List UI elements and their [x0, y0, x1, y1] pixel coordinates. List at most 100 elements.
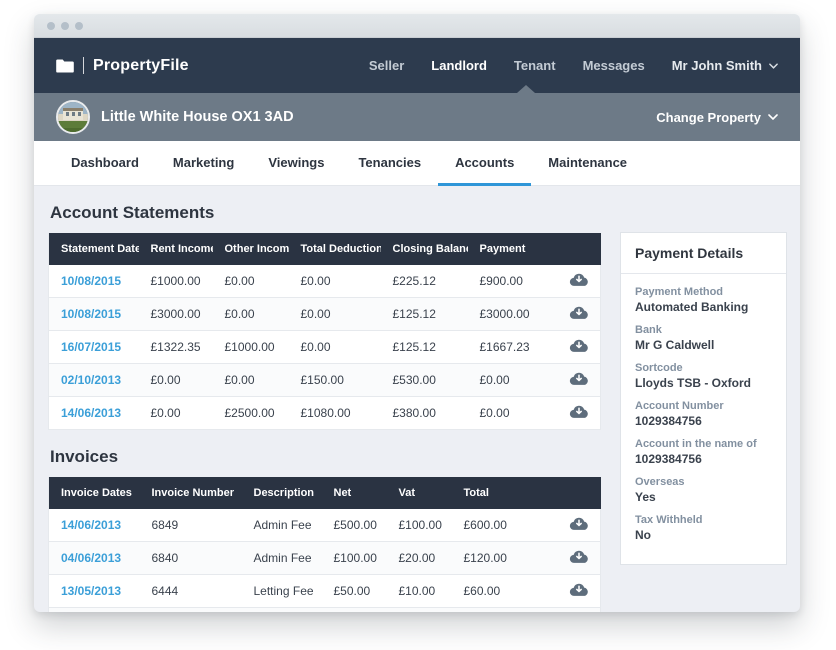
download-cell — [558, 265, 601, 298]
table-cell: 6840 — [140, 542, 242, 575]
table-row: 14/06/2013£0.00£2500.00£1080.00£380.00£0… — [49, 397, 601, 430]
nav-item-tenant[interactable]: Tenant — [514, 58, 556, 73]
tab-accounts[interactable]: Accounts — [438, 141, 531, 186]
active-nav-pointer — [517, 85, 535, 93]
date-cell: 16/07/2015 — [49, 331, 139, 364]
table-row: 10/08/2015£3000.00£0.00£0.00£125.12£3000… — [49, 298, 601, 331]
table-row: 13/05/20136443Admin Fee£100.00£20.00£120… — [49, 608, 601, 613]
app-logo[interactable]: PropertyFile — [56, 57, 189, 75]
cloud-download-icon[interactable] — [569, 582, 589, 597]
table-cell: £120.00 — [452, 542, 559, 575]
table-cell: £120.00 — [452, 608, 559, 613]
download-cell — [558, 397, 601, 430]
table-cell: £100.00 — [322, 542, 387, 575]
column-header: Description — [242, 477, 322, 509]
window-control-dot[interactable] — [75, 22, 83, 30]
column-header: Other Income — [213, 233, 289, 265]
cloud-download-icon[interactable] — [569, 272, 589, 287]
table-cell: £500.00 — [322, 509, 387, 542]
cloud-download-icon[interactable] — [569, 338, 589, 353]
table-cell: £1080.00 — [289, 397, 381, 430]
cloud-download-icon[interactable] — [569, 549, 589, 564]
tab-dashboard[interactable]: Dashboard — [54, 141, 156, 186]
tab-marketing[interactable]: Marketing — [156, 141, 251, 186]
date-cell: 04/06/2013 — [49, 542, 140, 575]
table-cell: £1000.00 — [213, 331, 289, 364]
tab-viewings[interactable]: Viewings — [251, 141, 341, 186]
statements-heading: Account Statements — [48, 186, 600, 233]
invoices-table: Invoice DatesInvoice NumberDescriptionNe… — [48, 477, 601, 612]
download-cell — [558, 298, 601, 331]
table-cell: £0.00 — [213, 298, 289, 331]
user-menu[interactable]: Mr John Smith — [672, 58, 778, 73]
table-cell: £125.12 — [381, 331, 468, 364]
field-value: Mr G Caldwell — [635, 338, 772, 352]
field-label: Tax Withheld — [635, 514, 772, 526]
window-control-dot[interactable] — [47, 22, 55, 30]
field-value: Lloyds TSB - Oxford — [635, 376, 772, 390]
table-header-row: Statement DatesRent IncomeOther IncomeTo… — [49, 233, 601, 265]
download-cell — [559, 575, 601, 608]
chevron-down-icon — [769, 63, 778, 69]
table-cell: £0.00 — [139, 397, 213, 430]
date-link[interactable]: 10/08/2015 — [61, 307, 121, 321]
cloud-download-icon[interactable] — [569, 516, 589, 531]
table-cell: 6849 — [140, 509, 242, 542]
table-cell: £2500.00 — [213, 397, 289, 430]
table-cell: £1000.00 — [139, 265, 213, 298]
tab-tenancies[interactable]: Tenancies — [341, 141, 438, 186]
download-cell — [558, 364, 601, 397]
section-tabbar: DashboardMarketingViewingsTenanciesAccou… — [34, 141, 800, 186]
date-link[interactable]: 16/07/2015 — [61, 340, 121, 354]
date-link[interactable]: 04/06/2013 — [61, 551, 121, 565]
property-avatar[interactable] — [56, 100, 90, 134]
payment-field: BankMr G Caldwell — [635, 324, 772, 352]
nav-item-messages[interactable]: Messages — [583, 58, 645, 73]
table-row: 02/10/2013£0.00£0.00£150.00£530.00£0.00 — [49, 364, 601, 397]
top-navbar: PropertyFile Seller Landlord Tenant Message… — [34, 38, 800, 93]
date-link[interactable]: 14/06/2013 — [61, 406, 121, 420]
field-value: Yes — [635, 490, 772, 504]
date-link[interactable]: 02/10/2013 — [61, 373, 121, 387]
table-cell: £0.00 — [289, 298, 381, 331]
date-link[interactable]: 13/05/2013 — [61, 584, 121, 598]
payment-field: Payment MethodAutomated Banking — [635, 286, 772, 314]
field-label: Sortcode — [635, 362, 772, 374]
cloud-download-icon[interactable] — [569, 371, 589, 386]
table-cell: £600.00 — [452, 509, 559, 542]
field-value: No — [635, 528, 772, 542]
tab-maintenance[interactable]: Maintenance — [531, 141, 644, 186]
date-link[interactable]: 14/06/2013 — [61, 518, 121, 532]
date-cell: 02/10/2013 — [49, 364, 139, 397]
table-row: 10/08/2015£1000.00£0.00£0.00£225.12£900.… — [49, 265, 601, 298]
table-cell: £20.00 — [387, 608, 452, 613]
table-cell: £150.00 — [289, 364, 381, 397]
table-row: 13/05/20136444Letting Fee£50.00£10.00£60… — [49, 575, 601, 608]
date-link[interactable]: 10/08/2015 — [61, 274, 121, 288]
change-property-button[interactable]: Change Property — [656, 110, 778, 125]
table-cell: £10.00 — [387, 575, 452, 608]
download-column — [559, 477, 601, 509]
table-cell: £60.00 — [452, 575, 559, 608]
cloud-download-icon[interactable] — [569, 404, 589, 419]
table-cell: £380.00 — [381, 397, 468, 430]
field-label: Account in the name of — [635, 438, 772, 450]
column-header: Statement Dates — [49, 233, 139, 265]
column-header: Invoice Dates — [49, 477, 140, 509]
table-cell: £0.00 — [468, 364, 558, 397]
field-value: Automated Banking — [635, 300, 772, 314]
browser-window: PropertyFile Seller Landlord Tenant Message… — [34, 14, 800, 612]
cloud-download-icon[interactable] — [569, 305, 589, 320]
column-header: Total — [452, 477, 559, 509]
property-bar: Little White House OX1 3AD Change Proper… — [34, 93, 800, 141]
field-value: 1029384756 — [635, 452, 772, 466]
table-cell: £225.12 — [381, 265, 468, 298]
table-cell: Admin Fee — [242, 542, 322, 575]
nav-item-seller[interactable]: Seller — [369, 58, 404, 73]
change-property-label: Change Property — [656, 110, 761, 125]
table-cell: 6443 — [140, 608, 242, 613]
window-control-dot[interactable] — [61, 22, 69, 30]
nav-item-landlord[interactable]: Landlord — [431, 58, 487, 73]
column-header: Payment — [468, 233, 558, 265]
column-header: Closing Balance — [381, 233, 468, 265]
